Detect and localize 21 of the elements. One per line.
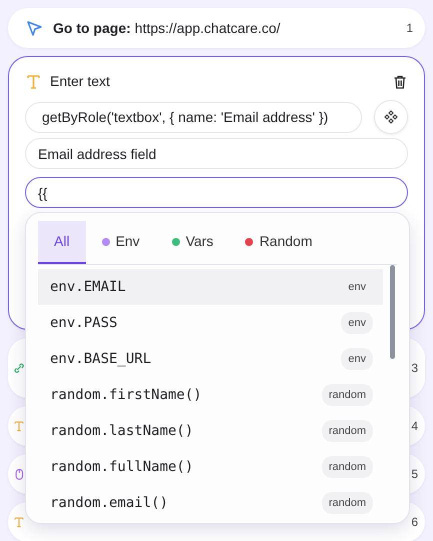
step-number: 4 [411, 418, 418, 435]
suggestion-name: env.BASE_URL [50, 350, 152, 368]
suggestion-name: random.lastName() [50, 422, 194, 440]
suggestion-name: random.firstName() [50, 386, 202, 404]
source-tag: random [322, 384, 373, 406]
source-tag: env [341, 348, 373, 370]
suggestion-name: env.PASS [50, 314, 118, 332]
source-tag: random [322, 492, 373, 514]
step-number: 1 [406, 20, 413, 37]
step-url: https://app.chatcare.co/ [134, 18, 280, 38]
source-tag: random [322, 456, 373, 478]
suggestion-name: env.EMAIL [50, 278, 126, 296]
step-title: Enter text [50, 72, 110, 91]
step-label: Go to page: [53, 18, 131, 38]
step-number: 6 [411, 514, 418, 531]
source-tag: random [322, 420, 373, 442]
suggestion-name: random.email() [50, 494, 168, 512]
source-tag: env [341, 312, 373, 334]
step-number: 5 [411, 466, 418, 483]
step-number: 3 [411, 360, 418, 377]
suggestion-name: random.fullName() [50, 458, 194, 476]
